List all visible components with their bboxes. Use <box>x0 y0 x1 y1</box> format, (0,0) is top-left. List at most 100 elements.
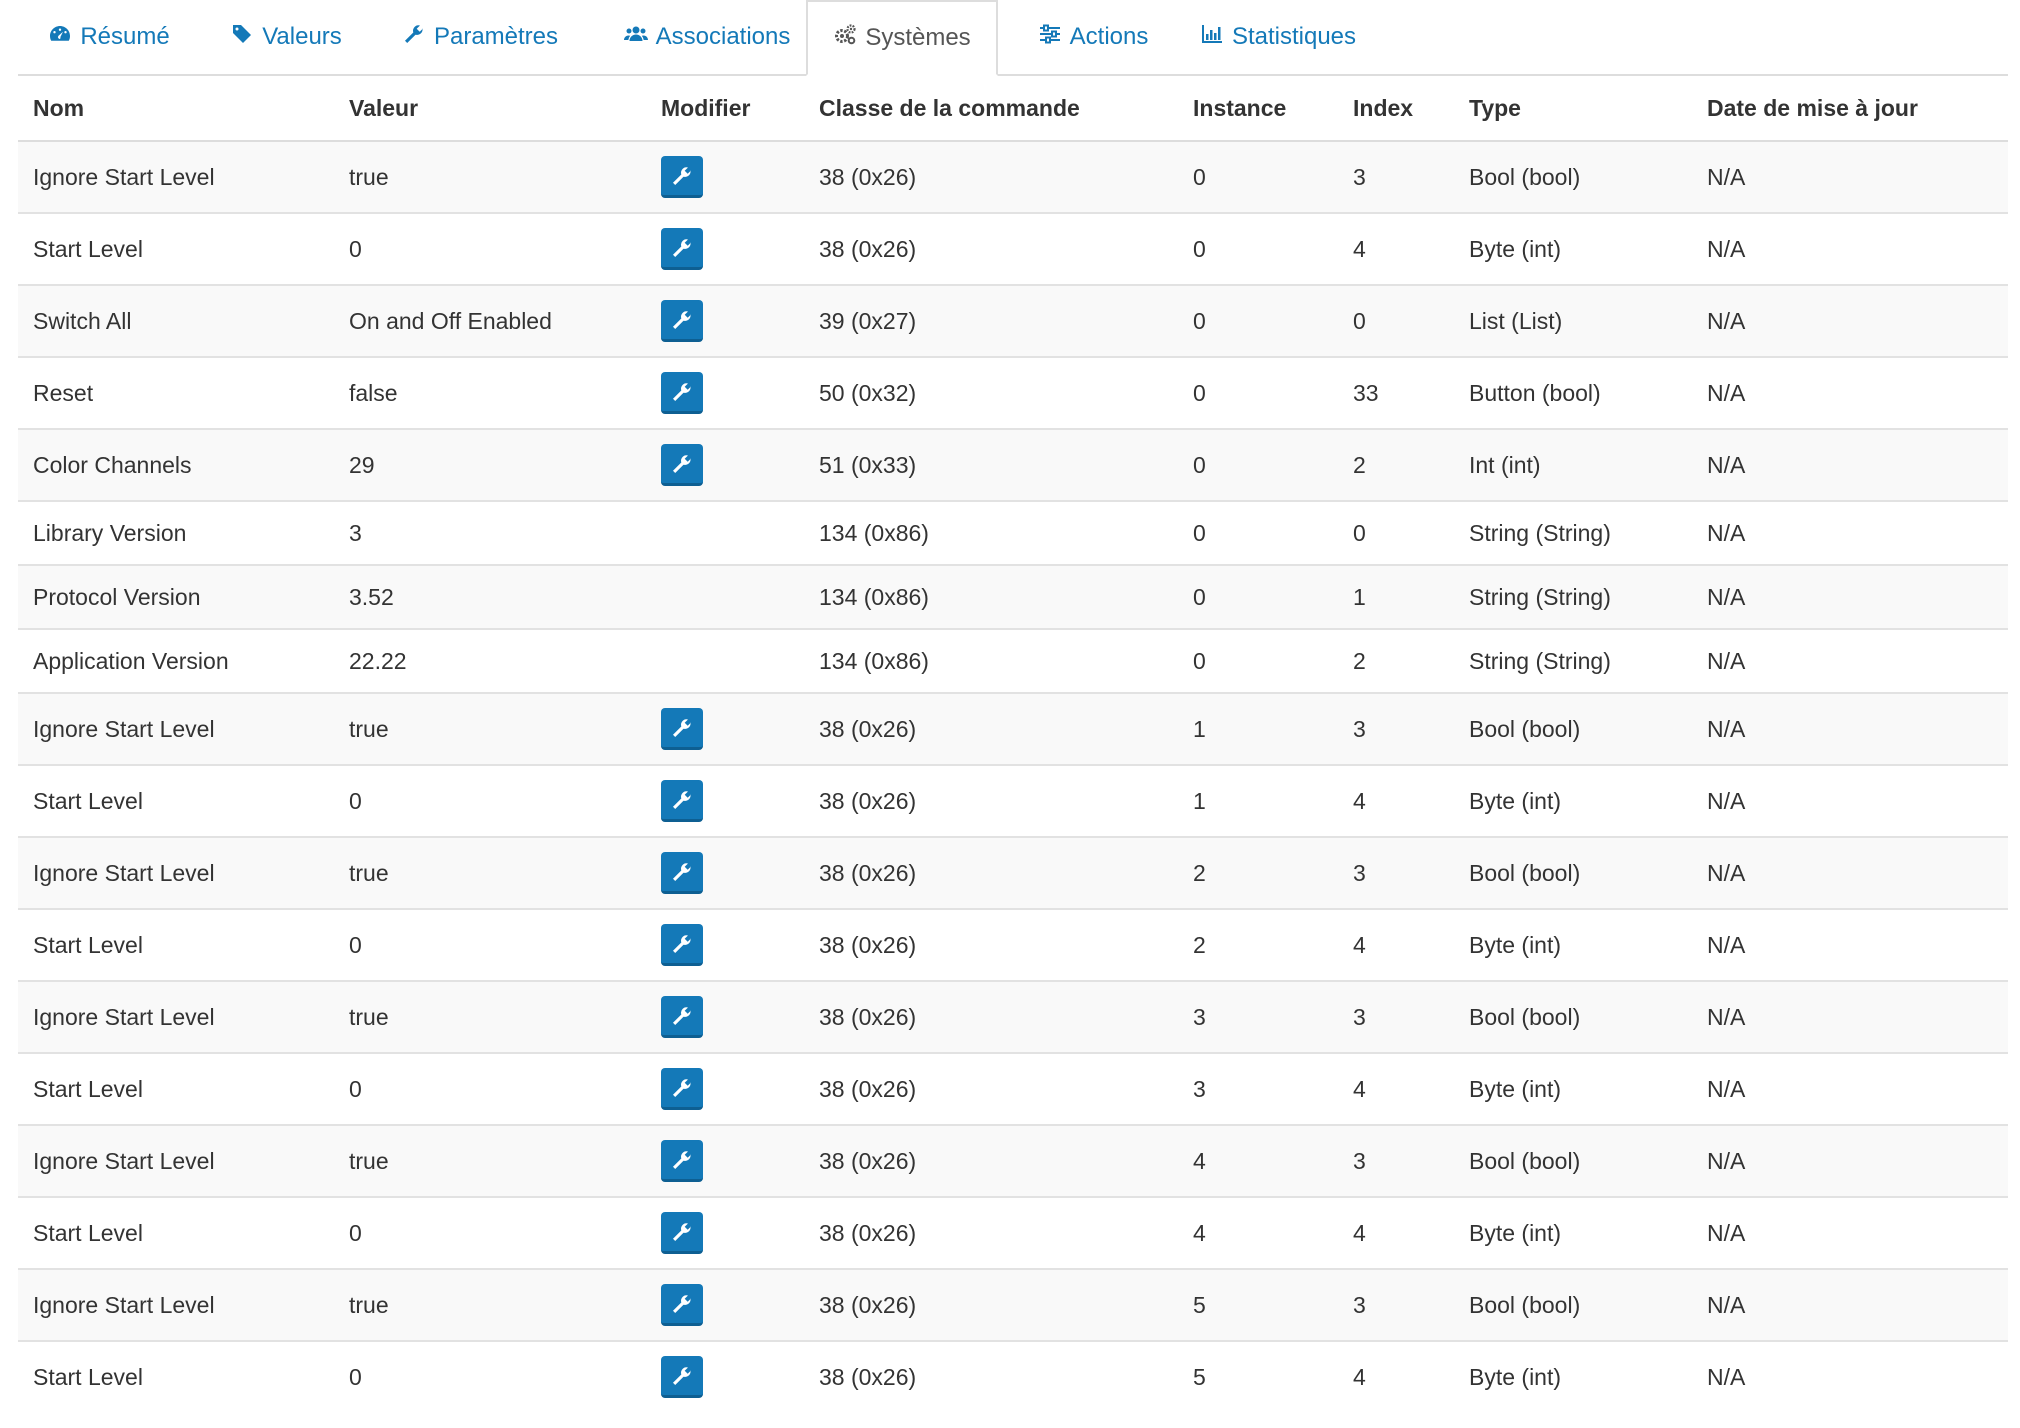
edit-button[interactable] <box>661 156 703 198</box>
tab-resume[interactable]: Résumé <box>30 0 188 74</box>
col-header-index: Index <box>1338 76 1454 142</box>
cell-index: 2 <box>1338 628 1454 693</box>
cell-instance: 4 <box>1178 1196 1338 1269</box>
cell-command-class: 134 (0x86) <box>804 500 1178 565</box>
cell-edit <box>646 1124 804 1197</box>
cell-value: true <box>334 980 646 1053</box>
table-header-row: Nom Valeur Modifier Classe de la command… <box>18 76 2008 142</box>
edit-button[interactable] <box>661 372 703 414</box>
cell-instance: 3 <box>1178 1052 1338 1125</box>
cell-command-class: 38 (0x26) <box>804 908 1178 981</box>
cell-updated: N/A <box>1692 1268 2008 1341</box>
cell-updated: N/A <box>1692 836 2008 909</box>
cell-type: Button (bool) <box>1454 356 1692 429</box>
cell-command-class: 38 (0x26) <box>804 764 1178 837</box>
cell-index: 4 <box>1338 764 1454 837</box>
table-row: Start Level 0 38 (0x26) 2 4 Byte (int) N… <box>18 908 2008 981</box>
tab-actions[interactable]: Actions <box>1028 0 1158 74</box>
cell-index: 4 <box>1338 212 1454 285</box>
cell-updated: N/A <box>1692 1196 2008 1269</box>
table-row: Ignore Start Level true 38 (0x26) 3 3 Bo… <box>18 980 2008 1053</box>
cell-command-class: 38 (0x26) <box>804 1340 1178 1412</box>
table-row: Start Level 0 38 (0x26) 0 4 Byte (int) N… <box>18 212 2008 285</box>
cell-value: true <box>334 1124 646 1197</box>
cell-command-class: 51 (0x33) <box>804 428 1178 501</box>
tab-parametres[interactable]: Paramètres <box>390 0 570 74</box>
cell-edit <box>646 836 804 909</box>
cell-updated: N/A <box>1692 1340 2008 1412</box>
cell-edit <box>646 284 804 357</box>
cell-command-class: 38 (0x26) <box>804 980 1178 1053</box>
cell-updated: N/A <box>1692 980 2008 1053</box>
cell-name: Start Level <box>18 1196 334 1269</box>
cell-name: Color Channels <box>18 428 334 501</box>
gears-icon <box>833 23 857 54</box>
cell-command-class: 38 (0x26) <box>804 1052 1178 1125</box>
edit-button[interactable] <box>661 1068 703 1110</box>
cell-index: 0 <box>1338 500 1454 565</box>
table-row: Protocol Version 3.52 134 (0x86) 0 1 Str… <box>18 564 2008 629</box>
edit-button[interactable] <box>661 1356 703 1398</box>
cell-edit <box>646 212 804 285</box>
tab-statistiques[interactable]: Statistiques <box>1188 0 1368 74</box>
edit-button[interactable] <box>661 300 703 342</box>
cell-type: Byte (int) <box>1454 1196 1692 1269</box>
edit-button[interactable] <box>661 228 703 270</box>
edit-button[interactable] <box>661 708 703 750</box>
table-row: Reset false 50 (0x32) 0 33 Button (bool)… <box>18 356 2008 429</box>
cell-index: 4 <box>1338 1340 1454 1412</box>
cell-edit <box>646 1196 804 1269</box>
cell-command-class: 38 (0x26) <box>804 1124 1178 1197</box>
edit-button[interactable] <box>661 996 703 1038</box>
wrench-icon <box>673 934 691 953</box>
col-header-type: Type <box>1454 76 1692 142</box>
wrench-icon <box>673 1150 691 1169</box>
edit-button[interactable] <box>661 444 703 486</box>
cell-name: Start Level <box>18 1340 334 1412</box>
edit-button[interactable] <box>661 1284 703 1326</box>
cell-instance: 1 <box>1178 692 1338 765</box>
cell-name: Reset <box>18 356 334 429</box>
edit-button[interactable] <box>661 924 703 966</box>
cell-type: Byte (int) <box>1454 1340 1692 1412</box>
cell-updated: N/A <box>1692 140 2008 213</box>
cell-type: Byte (int) <box>1454 1052 1692 1125</box>
tab-associations[interactable]: Associations <box>602 0 812 74</box>
col-header-instance: Instance <box>1178 76 1338 142</box>
cell-index: 3 <box>1338 1124 1454 1197</box>
cell-value: 29 <box>334 428 646 501</box>
table-row: Application Version 22.22 134 (0x86) 0 2… <box>18 628 2008 693</box>
cell-type: Bool (bool) <box>1454 980 1692 1053</box>
cell-value: On and Off Enabled <box>334 284 646 357</box>
edit-button[interactable] <box>661 1140 703 1182</box>
cell-updated: N/A <box>1692 628 2008 693</box>
cell-type: List (List) <box>1454 284 1692 357</box>
col-header-nom: Nom <box>18 76 334 142</box>
cell-edit <box>646 428 804 501</box>
cell-edit <box>646 908 804 981</box>
tab-valeurs[interactable]: Valeurs <box>218 0 354 74</box>
cell-instance: 1 <box>1178 764 1338 837</box>
cell-instance: 0 <box>1178 500 1338 565</box>
table-row: Color Channels 29 51 (0x33) 0 2 Int (int… <box>18 428 2008 501</box>
cell-command-class: 38 (0x26) <box>804 212 1178 285</box>
cell-name: Switch All <box>18 284 334 357</box>
cell-value: 22.22 <box>334 628 646 693</box>
tab-systemes[interactable]: Systèmes <box>806 0 998 76</box>
edit-button[interactable] <box>661 1212 703 1254</box>
cell-updated: N/A <box>1692 1124 2008 1197</box>
bar-chart-icon <box>1200 22 1224 53</box>
cell-index: 4 <box>1338 1196 1454 1269</box>
table-row: Start Level 0 38 (0x26) 1 4 Byte (int) N… <box>18 764 2008 837</box>
cell-name: Application Version <box>18 628 334 693</box>
cell-type: Bool (bool) <box>1454 1268 1692 1341</box>
cell-type: Bool (bool) <box>1454 692 1692 765</box>
table-row: Start Level 0 38 (0x26) 5 4 Byte (int) N… <box>18 1340 2008 1412</box>
cell-edit <box>646 980 804 1053</box>
cell-type: Int (int) <box>1454 428 1692 501</box>
table-row: Ignore Start Level true 38 (0x26) 1 3 Bo… <box>18 692 2008 765</box>
cell-value: true <box>334 692 646 765</box>
edit-button[interactable] <box>661 780 703 822</box>
cell-index: 33 <box>1338 356 1454 429</box>
edit-button[interactable] <box>661 852 703 894</box>
